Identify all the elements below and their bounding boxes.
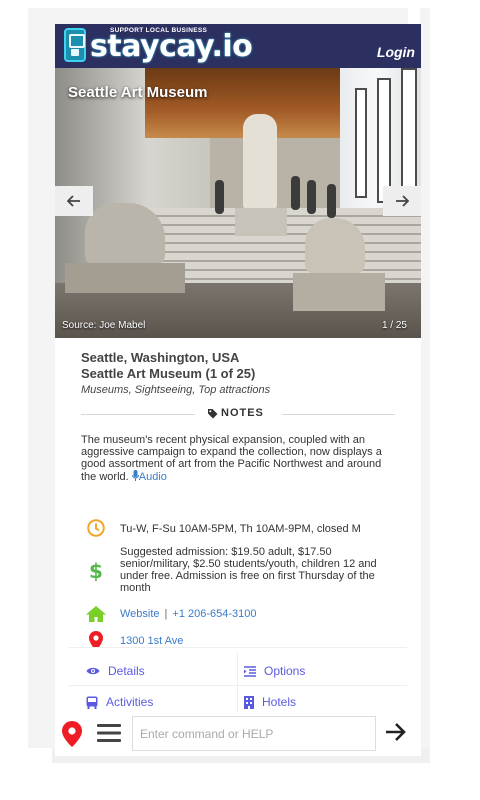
audio-label[interactable]: Audio: [139, 471, 167, 483]
gallery-title: Seattle Art Museum: [68, 84, 208, 101]
photo-source: Source: Joe Mabel: [62, 320, 146, 331]
menu-details[interactable]: Details: [86, 656, 145, 686]
app-header: SUPPORT LOCAL BUSINESS staycay.io Login: [55, 24, 421, 68]
notes-label: NOTES: [221, 407, 264, 419]
statue: [243, 114, 277, 209]
arrow-left-icon: [67, 195, 80, 207]
place-location: Seattle, Washington, USA: [81, 350, 240, 365]
admission-info: Suggested admission: $19.50 adult, $17.5…: [120, 546, 377, 594]
tag-icon: [208, 409, 218, 419]
menu-activities-label[interactable]: Activities: [106, 695, 153, 709]
app-frame: SUPPORT LOCAL BUSINESS staycay.io Login …: [55, 24, 421, 756]
command-bar: [55, 713, 421, 756]
next-photo-button[interactable]: [383, 186, 421, 216]
hamburger-menu-button[interactable]: [97, 723, 121, 748]
audio-link[interactable]: Audio: [131, 470, 167, 483]
bus-icon: [86, 696, 98, 709]
phone-link[interactable]: +1 206-654-3100: [172, 608, 256, 620]
action-menu: Details Options Activities Hotels: [69, 647, 407, 717]
link-separator: |: [164, 608, 168, 620]
photo-gallery: Seattle Art Museum Source: Joe Mabel 1 /…: [55, 68, 421, 338]
menu-options-label[interactable]: Options: [264, 664, 305, 678]
clock-icon: [87, 519, 105, 537]
map-button[interactable]: [62, 721, 82, 752]
list-options-icon: [244, 665, 256, 677]
arrow-right-icon: [396, 195, 409, 207]
ram-statue-left: [85, 203, 165, 265]
hamburger-menu-icon: [97, 724, 121, 742]
command-input[interactable]: [132, 716, 376, 751]
previous-photo-button[interactable]: [55, 186, 93, 216]
place-name: Seattle Art Museum (1 of 25): [81, 366, 256, 381]
notes-description: The museum's recent physical expansion, …: [81, 434, 395, 483]
submit-command-button[interactable]: [385, 722, 407, 747]
phone-logo-icon: [64, 28, 86, 62]
place-info-card: Seattle, Washington, USA Seattle Art Mus…: [69, 346, 407, 651]
dollar-icon: $: [89, 559, 103, 583]
home-icon: [86, 606, 106, 622]
photo-counter: 1 / 25: [381, 320, 407, 331]
notes-divider: NOTES: [81, 406, 395, 422]
brand-logo-text[interactable]: staycay.io: [90, 28, 253, 66]
place-categories: Museums, Sightseeing, Top attractions: [81, 384, 271, 396]
address-link[interactable]: 1300 1st Ave: [120, 635, 183, 647]
microphone-icon: [131, 470, 139, 481]
map-pin-icon: [62, 721, 82, 747]
building-icon: [244, 695, 254, 709]
arrow-right-icon: [386, 723, 406, 741]
opening-hours: Tu-W, F-Su 10AM-5PM, Th 10AM-9PM, closed…: [120, 523, 361, 535]
menu-options[interactable]: Options: [244, 656, 305, 686]
website-link[interactable]: Website: [120, 608, 160, 620]
ram-statue-right: [305, 218, 365, 274]
eye-icon: [86, 667, 100, 675]
login-link[interactable]: Login: [377, 44, 415, 60]
menu-hotels-label[interactable]: Hotels: [262, 695, 296, 709]
description-text: The museum's recent physical expansion, …: [81, 434, 382, 483]
menu-details-label[interactable]: Details: [108, 664, 145, 678]
